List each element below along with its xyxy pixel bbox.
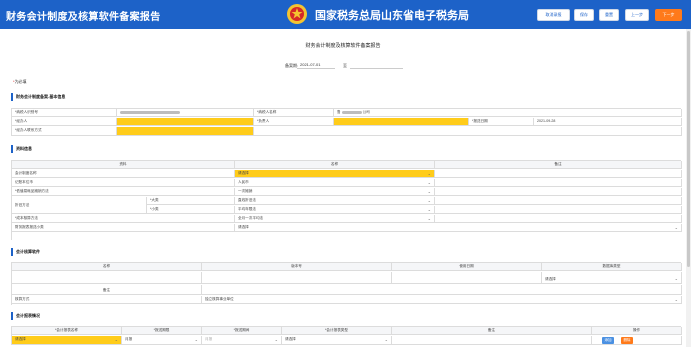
accounting-method-select[interactable]: 独立核算事业单位 ⌄ (202, 296, 682, 304)
chevron-down-icon: ⌄ (114, 337, 118, 342)
depreciation-major-select[interactable]: 直线折旧法 ⌄ (235, 197, 435, 205)
depreciation-major-label: *大类 (147, 197, 235, 205)
policy-header-name: 名称 (235, 161, 435, 169)
policy-row-label: *低值易耗品摊销方法 (12, 188, 235, 196)
software-version-input[interactable] (202, 272, 392, 284)
responsible-label: *负责人 (254, 118, 334, 126)
chevron-down-icon: ⌄ (427, 180, 431, 185)
policy-table: 资料 名称 备注 会计制度名称 请选择 ⌄ 记账本位币 人民币 ⌄ *低值易耗品摊销… (11, 160, 682, 240)
period-start-input[interactable]: 2021-07-01 (297, 61, 335, 69)
taxpayer-name-value: 鲁公司 (334, 109, 682, 117)
save-button[interactable]: 保存 (574, 9, 594, 21)
policy-row-label: *成本核算方法 (12, 215, 235, 223)
software-header-date: 使用日期 (392, 263, 542, 271)
taxpayer-id-value (117, 109, 254, 117)
contact-empty-cell (254, 127, 682, 136)
policy-row-label: 折旧方法 (12, 197, 147, 214)
cost-method-select[interactable]: 全月一次平均法 ⌄ (235, 215, 435, 223)
report-header-type: *会计报表类型 (282, 327, 392, 335)
policy-remark-input[interactable] (435, 179, 682, 187)
depreciation-minor-label: *小类 (147, 206, 235, 214)
basic-info-table: *纳税人识别号 *纳税人名称 鲁公司 *经办人 *负责人 *报送日期 2021-… (11, 108, 682, 136)
report-date-value[interactable]: 2021-09-28 (534, 118, 682, 126)
section-policy-title: 资料信息 (11, 145, 32, 153)
policy-remark-input[interactable] (435, 188, 682, 196)
top-header-bar: 财务会计制度及核算软件备案报告 国家税务总局山东省电子税务局 取消录报 保存 重… (0, 0, 691, 29)
db-type-select[interactable]: 请选择 ⌄ (542, 272, 682, 284)
app-title: 财务会计制度及核算软件备案报告 (6, 12, 161, 23)
accounting-system-select[interactable]: 请选择 ⌄ (235, 170, 435, 178)
chevron-down-icon: ⌄ (427, 198, 431, 203)
policy-row-label: 財务报表报送小类 (12, 224, 235, 232)
chevron-down-icon: ⌄ (384, 337, 388, 342)
report-deadline-select[interactable]: 月报 ⌄ (122, 336, 202, 345)
policy-remark-input[interactable] (435, 206, 682, 214)
scrollbar-thumb[interactable] (687, 31, 690, 267)
section-report-title: 会计报表情况 (11, 312, 40, 320)
next-step-button[interactable]: 下一步 (655, 9, 682, 21)
period-end-input[interactable] (350, 61, 403, 69)
chevron-down-icon: ⌄ (427, 216, 431, 221)
tax-emblem-icon (287, 4, 307, 24)
report-header-name: *会计报表名称 (12, 327, 122, 335)
software-header-db: 数据库类型 (542, 263, 682, 271)
depreciation-minor-select[interactable]: 平均年限法 ⌄ (235, 206, 435, 214)
contact-input[interactable] (117, 127, 254, 136)
software-table: 名称 版本号 使用日期 数据库类型 请选择 ⌄ 备注 核算方式 独立核算事业单位 ⌄ (11, 262, 682, 305)
period-separator: 至 (343, 63, 347, 68)
report-header-period: *报送期间 (202, 327, 282, 335)
cancel-report-button[interactable]: 取消录报 (537, 9, 570, 21)
report-date-label: *报送日期 (469, 118, 534, 126)
reset-button[interactable]: 重置 (599, 9, 619, 21)
agent-input[interactable] (117, 118, 254, 126)
document-title: 财务会计制度及核算软件备案报告 (305, 43, 381, 49)
bureau-title: 国家税务总局山东省电子税务局 (315, 10, 469, 22)
chevron-down-icon: ⌄ (427, 171, 431, 176)
report-header-remark: 备注 (392, 327, 592, 335)
policy-remark-input[interactable] (435, 170, 682, 178)
report-header-deadline: *报送期限 (122, 327, 202, 335)
contact-label: *经办人联系方式 (12, 127, 117, 136)
taxpayer-id-label: *纳税人识别号 (12, 109, 117, 117)
report-header-action: 操作 (592, 327, 682, 335)
software-remark-input[interactable] (202, 285, 682, 295)
required-note: *为必填 (13, 79, 27, 84)
report-table: *会计报表名称 *报送期限 *报送期间 *会计报表类型 备注 操作 请选择 ⌄ 月… (11, 326, 682, 345)
currency-select[interactable]: 人民币 ⌄ (235, 179, 435, 187)
software-name-input[interactable] (12, 272, 202, 284)
delete-row-button[interactable]: 删除 (621, 337, 633, 344)
policy-row-label: 记账本位币 (12, 179, 235, 187)
add-row-button[interactable]: 添加 (602, 337, 614, 344)
chevron-down-icon: ⌄ (194, 337, 198, 342)
policy-row-label: 会计制度名称 (12, 170, 235, 178)
agent-label: *经办人 (12, 118, 117, 126)
policy-remark-input[interactable] (435, 215, 682, 223)
report-period-select[interactable]: 月报 ⌄ (202, 336, 282, 345)
chevron-down-icon: ⌄ (674, 276, 678, 281)
policy-header-remark: 备注 (435, 161, 682, 169)
software-date-input[interactable] (392, 272, 542, 284)
responsible-input[interactable] (334, 118, 469, 126)
report-name-select[interactable]: 请选择 ⌄ (12, 336, 122, 345)
chevron-down-icon: ⌄ (427, 207, 431, 212)
chevron-down-icon: ⌄ (274, 337, 278, 342)
report-action-cell: 添加 删除 (592, 336, 682, 345)
chevron-down-icon: ⌄ (674, 297, 678, 302)
software-remark-label: 备注 (12, 285, 202, 295)
section-software-title: 会计核算软件 (11, 248, 40, 256)
accounting-method-label: 核算方式 (12, 296, 202, 304)
prev-step-button[interactable]: 上一步 (625, 9, 649, 21)
report-subcategory-select[interactable]: 请选择 ⌄ (235, 224, 682, 232)
software-header-version: 版本号 (202, 263, 392, 271)
chevron-down-icon: ⌄ (674, 225, 678, 230)
section-basic-info-title: 财务会计制度备案-基本信息 (11, 93, 65, 101)
amortization-select[interactable]: 一次摊销 ⌄ (235, 188, 435, 196)
taxpayer-name-label: *纳税人名称 (254, 109, 334, 117)
policy-header-item: 资料 (12, 161, 235, 169)
software-header-name: 名称 (12, 263, 202, 271)
chevron-down-icon: ⌄ (427, 189, 431, 194)
policy-remark-input[interactable] (435, 197, 682, 205)
report-type-select[interactable]: 请选择 ⌄ (282, 336, 392, 345)
report-remark-input[interactable] (392, 336, 592, 345)
